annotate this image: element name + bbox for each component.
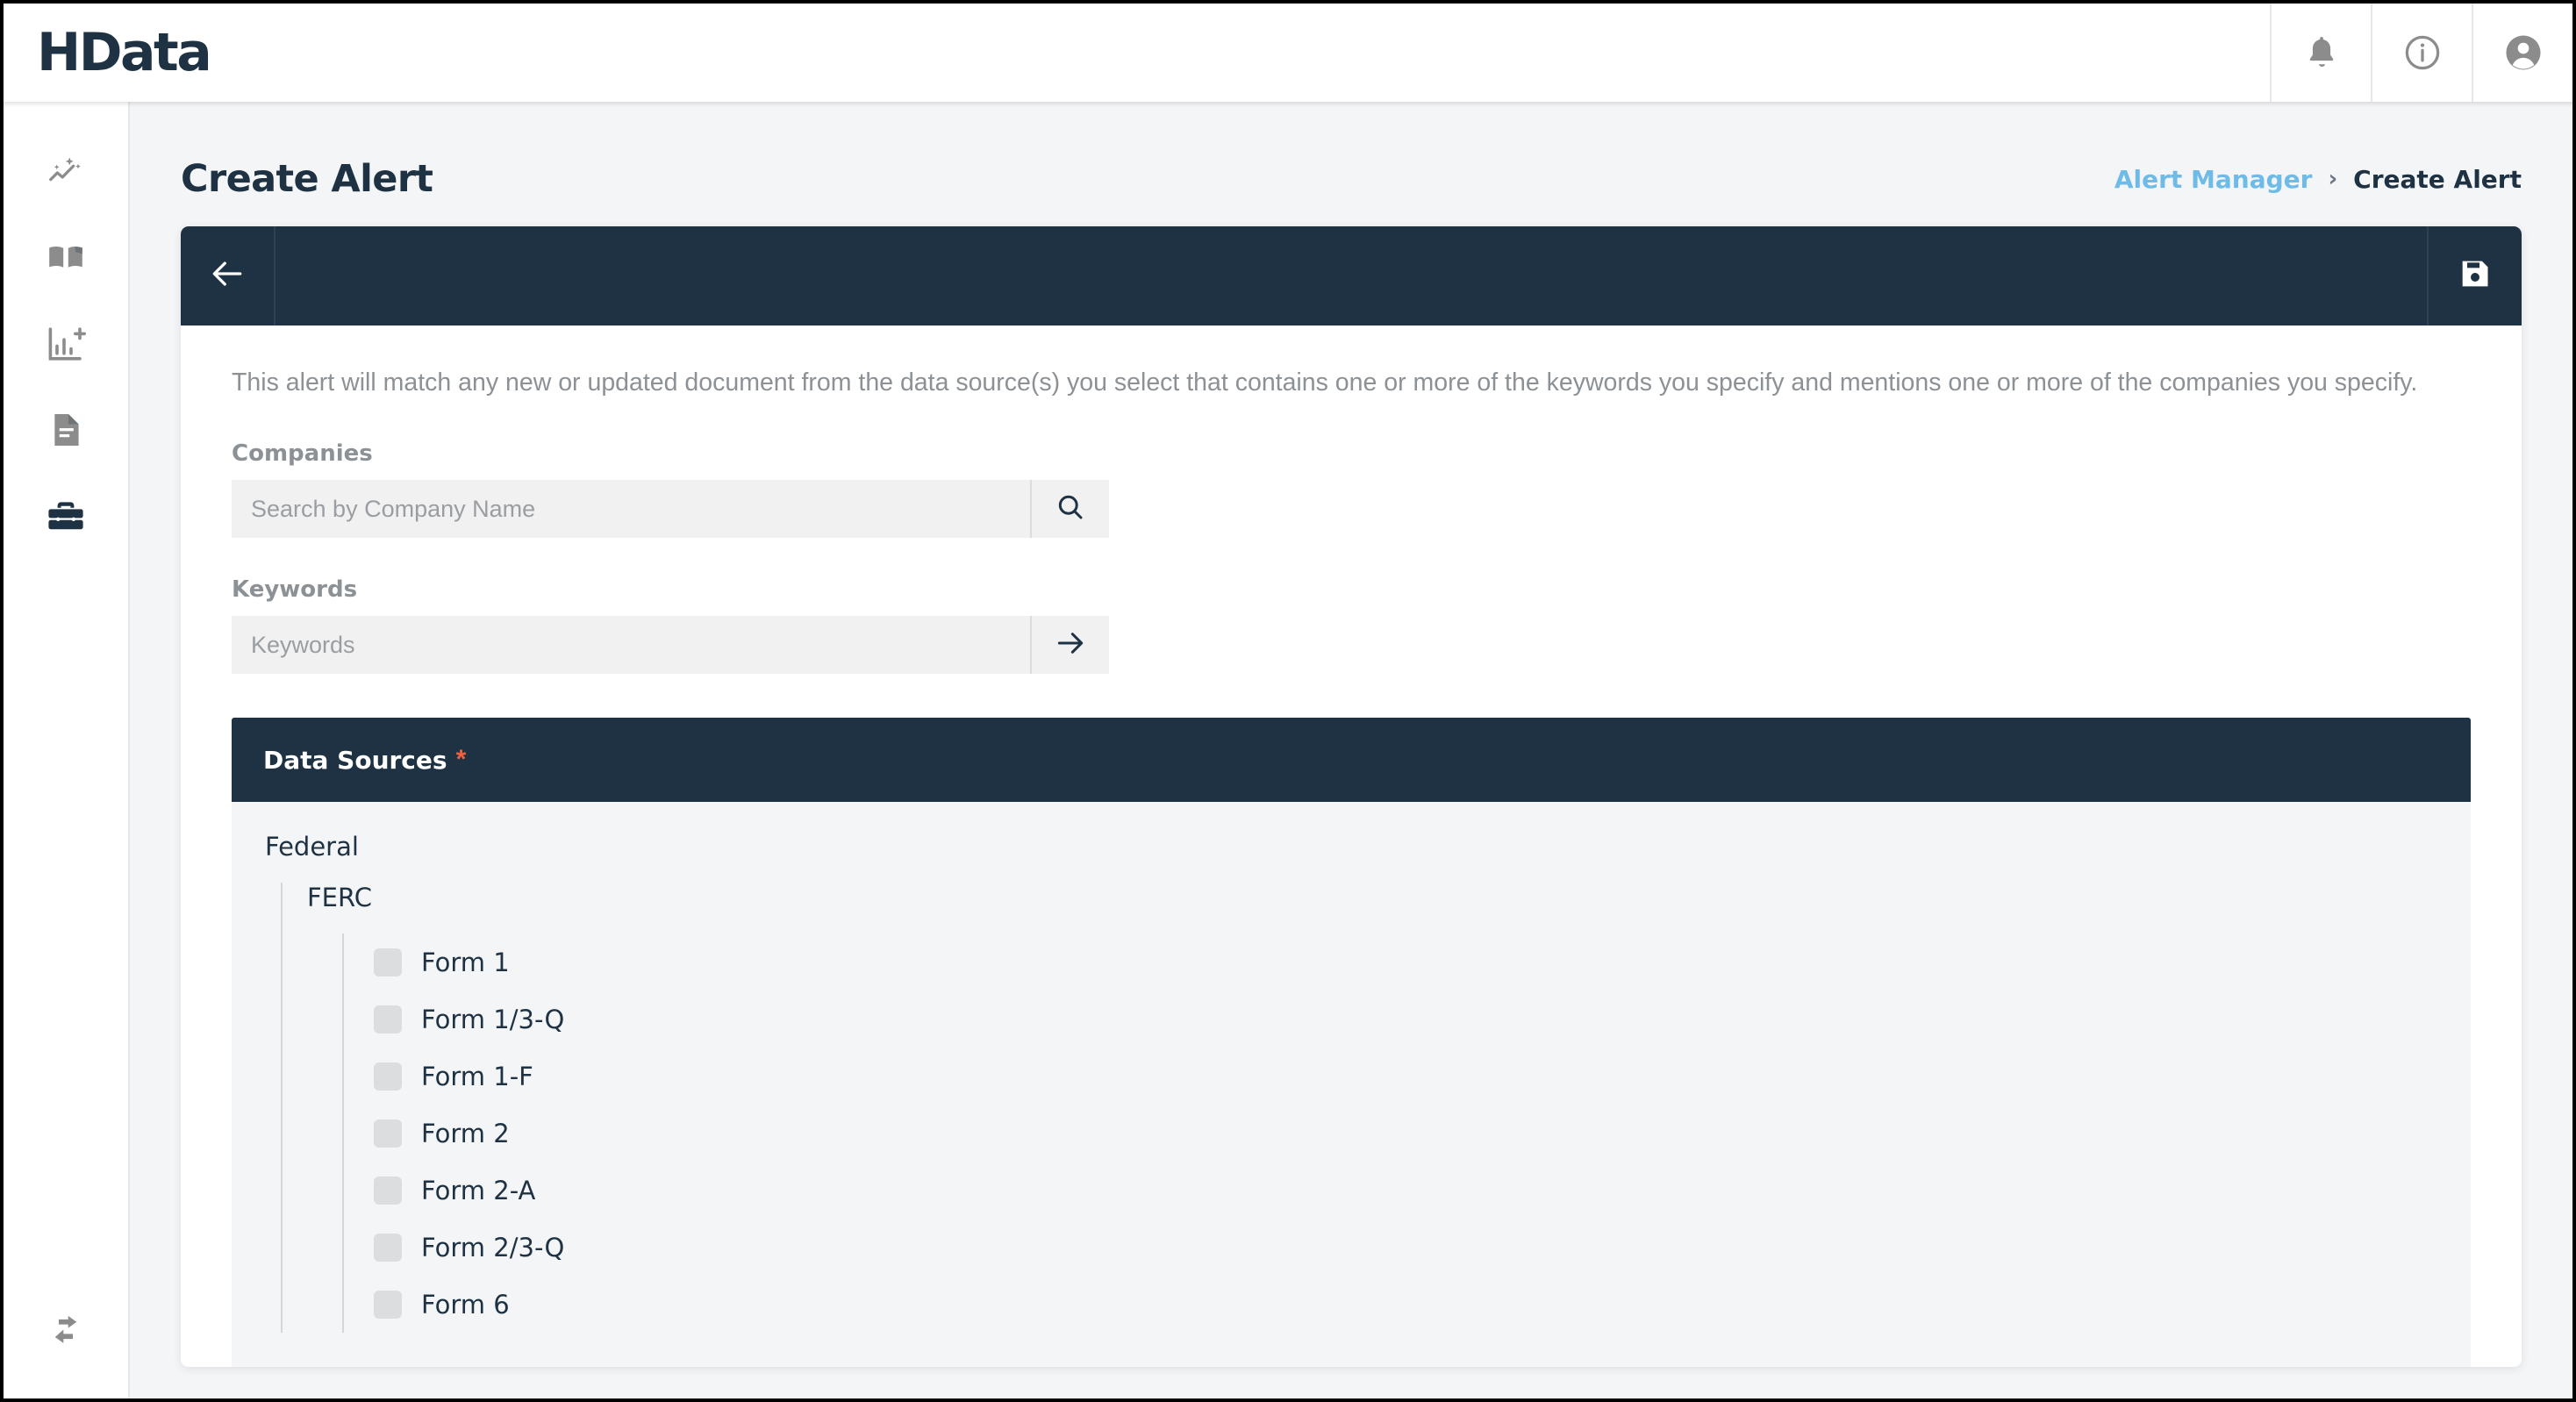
data-source-label: Form 6	[421, 1289, 510, 1320]
notifications-button[interactable]	[2270, 4, 2371, 102]
data-source-label: Form 1	[421, 947, 510, 977]
data-source-label: Form 2-A	[421, 1175, 536, 1205]
data-sources-tree: Federal FERC Form 1 Form 1/3-Q Form 1-F …	[232, 802, 2471, 1367]
checkbox-unchecked-icon[interactable]	[374, 1062, 402, 1091]
notifications-bell-icon	[2302, 33, 2341, 72]
data-sources-title: Data Sources	[263, 745, 447, 775]
header-actions	[2270, 4, 2572, 102]
data-source-checkbox-row[interactable]: Form 6	[374, 1276, 2471, 1333]
info-circle-icon	[2402, 32, 2443, 73]
top-header: HData	[4, 4, 2572, 102]
search-icon	[1055, 491, 1086, 527]
account-avatar-icon	[2503, 32, 2544, 73]
briefcase-icon	[45, 495, 87, 541]
keywords-input[interactable]	[232, 616, 1030, 675]
data-source-label: Form 1-F	[421, 1061, 533, 1091]
book-icon	[45, 237, 87, 283]
checkbox-unchecked-icon[interactable]	[374, 1176, 402, 1205]
data-source-label: Form 2	[421, 1118, 510, 1148]
sidebar-collapse-toggle[interactable]	[46, 1308, 86, 1398]
arrow-left-icon	[208, 254, 247, 297]
checkbox-unchecked-icon[interactable]	[374, 1119, 402, 1148]
account-button[interactable]	[2472, 4, 2572, 102]
sidebar-nav-items	[32, 102, 100, 546]
tree-group-federal[interactable]: Federal	[232, 832, 2471, 862]
tree-subgroup-ferc-items: Form 1 Form 1/3-Q Form 1-F Form 2 Form 2…	[342, 933, 2471, 1334]
keywords-submit-button[interactable]	[1030, 616, 1109, 675]
left-sidebar	[4, 102, 130, 1398]
data-source-label: Form 1/3-Q	[421, 1004, 565, 1034]
data-source-checkbox-row[interactable]: Form 1	[374, 933, 2471, 991]
companies-label: Companies	[232, 440, 373, 468]
insights-sparkle-icon	[46, 152, 86, 197]
data-sources-header: Data Sources *	[232, 718, 2471, 803]
brand-zone: HData	[4, 4, 2270, 102]
company-search-button[interactable]	[1030, 480, 1109, 539]
company-search-input[interactable]	[232, 480, 1030, 539]
companies-field-row	[232, 480, 1109, 539]
checkbox-unchecked-icon[interactable]	[374, 1233, 402, 1262]
page-title: Create Alert	[181, 157, 433, 201]
page-header: Create Alert Alert Manager › Create Aler…	[130, 102, 2572, 216]
sidebar-item-insights[interactable]	[32, 146, 100, 202]
breadcrumb-separator-icon: ›	[2328, 166, 2338, 192]
data-source-checkbox-row[interactable]: Form 1/3-Q	[374, 991, 2471, 1048]
save-button[interactable]	[2427, 226, 2522, 325]
data-source-checkbox-row[interactable]: Form 1-F	[374, 1048, 2471, 1105]
back-button[interactable]	[181, 226, 275, 325]
card-body: This alert will match any new or updated…	[181, 325, 2522, 1367]
info-button[interactable]	[2371, 4, 2472, 102]
checkbox-unchecked-icon[interactable]	[374, 948, 402, 976]
breadcrumb-alert-manager[interactable]: Alert Manager	[2114, 165, 2313, 194]
main-content: Create Alert Alert Manager › Create Aler…	[130, 102, 2572, 1398]
sidebar-item-new-chart[interactable]	[32, 318, 100, 374]
data-sources-panel: Data Sources * Federal FERC Form 1 Form …	[232, 718, 2471, 1367]
data-source-label: Form 2/3-Q	[421, 1232, 565, 1263]
alert-description: This alert will match any new or updated…	[232, 368, 2418, 397]
collapse-expand-arrows-icon	[46, 1315, 86, 1352]
sidebar-item-library[interactable]	[32, 232, 100, 288]
keywords-label: Keywords	[232, 576, 358, 604]
create-alert-card: This alert will match any new or updated…	[181, 226, 2522, 1367]
companies-field-block: Companies	[232, 440, 2522, 539]
keywords-field-row	[232, 616, 1109, 675]
arrow-right-icon	[1054, 626, 1087, 664]
data-source-checkbox-row[interactable]: Form 2-A	[374, 1162, 2471, 1219]
data-source-checkbox-row[interactable]: Form 2	[374, 1105, 2471, 1162]
sidebar-item-workspace[interactable]	[32, 490, 100, 546]
header-shadow	[4, 102, 2572, 107]
breadcrumb-current: Create Alert	[2353, 164, 2522, 194]
tree-group-federal-children: FERC Form 1 Form 1/3-Q Form 1-F Form 2 F…	[281, 883, 2471, 1334]
hdata-logo[interactable]: HData	[37, 26, 212, 79]
checkbox-unchecked-icon[interactable]	[374, 1005, 402, 1034]
document-icon	[46, 410, 86, 454]
breadcrumb: Alert Manager › Create Alert	[2114, 165, 2522, 194]
chart-add-icon	[45, 323, 87, 369]
keywords-field-block: Keywords	[232, 576, 2522, 675]
app-window: HData Create Alert Alert Manager › Creat…	[0, 0, 2576, 1402]
checkbox-unchecked-icon[interactable]	[374, 1290, 402, 1319]
save-floppy-icon	[2458, 256, 2493, 296]
required-asterisk: *	[455, 745, 467, 775]
sidebar-item-documents[interactable]	[32, 404, 100, 460]
card-toolbar	[181, 226, 2522, 325]
data-source-checkbox-row[interactable]: Form 2/3-Q	[374, 1219, 2471, 1276]
tree-subgroup-ferc[interactable]: FERC	[307, 883, 2471, 912]
